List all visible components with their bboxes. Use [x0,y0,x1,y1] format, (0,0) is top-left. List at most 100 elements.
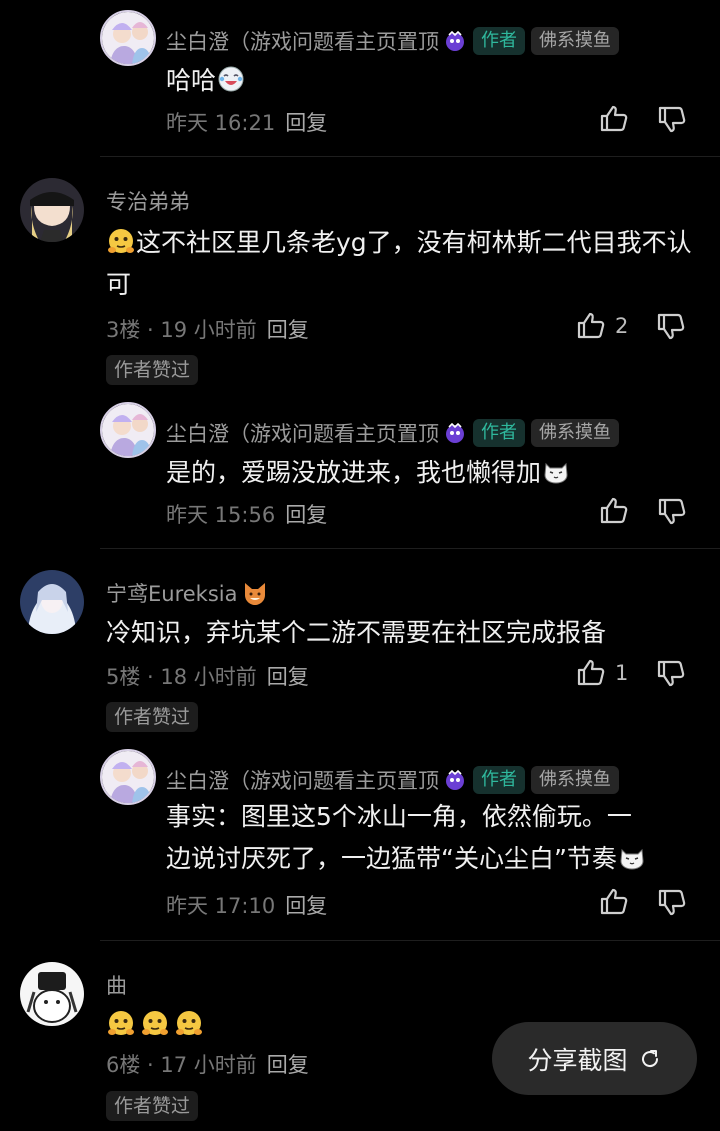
title-tag: 佛系摸鱼 [531,27,619,55]
avatar[interactable] [100,10,156,66]
share-arrow-icon [641,1049,658,1067]
author-approved-badge: 作者赞过 [106,702,199,732]
like-button[interactable]: 1 [575,657,628,689]
thumbs-down-icon [656,103,688,135]
dislike-button[interactable] [655,310,687,342]
comment-meta: 6楼 · 17 小时前 回复 [106,1049,309,1079]
laugh-cry-emoji-icon [216,64,246,94]
comment-body: 哈哈 [166,66,217,95]
like-button[interactable] [598,886,630,918]
comment-text: 哈哈 [166,60,696,102]
timestamp: 昨天 17:10 [166,894,276,918]
reply-button[interactable]: 回复 [267,318,309,342]
reply-comment-3: 尘白澄（游戏问题看主页置顶 作者 佛系摸鱼 事实：图里这5个冰山一角，依然偷玩。… [100,749,720,934]
cat-face-emoji-icon [617,842,647,872]
badge-icon [443,29,467,53]
author-approved-badge: 作者赞过 [106,1091,199,1121]
avatar[interactable] [20,962,84,1026]
badge-icon [443,421,467,445]
title-tag: 佛系摸鱼 [531,419,619,447]
username-row: 尘白澄（游戏问题看主页置顶 作者 佛系摸鱼 [166,418,619,448]
dislike-button[interactable] [656,103,688,135]
like-button[interactable] [598,103,630,135]
share-screenshot-button[interactable]: 分享截图 [492,1022,697,1095]
divider [100,548,720,549]
username[interactable]: 尘白澄（游戏问题看主页置顶 [166,26,439,56]
comment-body: 边说讨厌死了，一边猛带“关心尘白”节奏 [166,844,617,873]
thumbs-down-icon [656,495,688,527]
user-avatar-icon [20,570,84,634]
comment-meta: 昨天 17:10 回复 [166,890,327,920]
username[interactable]: 宁鸢Eureksia [106,578,237,608]
comment-meta: 5楼 · 18 小时前 回复 [106,661,309,691]
reply-button[interactable]: 回复 [285,503,327,527]
comment-body: 是的，爱踢没放进来，我也懒得加 [166,458,542,487]
timestamp: 昨天 15:56 [166,503,276,527]
comment-meta: 昨天 15:56 回复 [166,499,327,529]
comment-meta: 昨天 16:21 回复 [166,107,327,137]
yellow-face-emoji-icon [140,1008,170,1038]
author-approved-badge: 作者赞过 [106,355,199,385]
thumbs-up-icon [575,657,607,689]
dislike-button[interactable] [655,657,687,689]
username[interactable]: 专治弟弟 [106,186,190,216]
floor-time: 6楼 · 17 小时前 [106,1053,257,1077]
thumbs-up-icon [575,310,607,342]
comment-text: 是的，爱踢没放进来，我也懒得加 [166,452,696,494]
author-avatar-icon [102,12,156,66]
comment-5: 宁鸢Eureksia 冷知识，弃坑某个二游不需要在社区完成报备 5楼 · 18 … [20,570,720,735]
thumbs-down-icon [656,886,688,918]
username[interactable]: 曲 [106,970,127,1000]
avatar[interactable] [20,178,84,242]
username[interactable]: 尘白澄（游戏问题看主页置顶 [166,765,439,795]
user-avatar-icon [20,962,84,1026]
yellow-face-emoji-icon [174,1008,204,1038]
comment-line-1: 事实：图里这5个冰山一角，依然偷玩。一 [166,802,632,831]
floor-time: 5楼 · 18 小时前 [106,665,257,689]
like-count: 2 [615,314,629,338]
user-avatar-icon [20,178,84,242]
author-avatar-icon [102,751,156,805]
like-button[interactable] [598,495,630,527]
divider [100,940,720,941]
timestamp: 昨天 16:21 [166,111,276,135]
comment-text: 这不社区里几条老yg了，没有柯林斯二代目我不认可 [106,222,696,306]
comment-3: 专治弟弟 这不社区里几条老yg了，没有柯林斯二代目我不认可 3楼 · 19 小时… [20,178,720,388]
avatar[interactable] [20,570,84,634]
cat-face-emoji-icon [541,456,571,486]
reply-button[interactable]: 回复 [267,665,309,689]
reply-comment-2: 尘白澄（游戏问题看主页置顶 作者 佛系摸鱼 是的，爱踢没放进来，我也懒得加 昨天… [100,402,720,542]
yellow-face-emoji-icon [106,1008,136,1038]
comment-text: 冷知识，弃坑某个二游不需要在社区完成报备 [106,618,607,647]
avatar[interactable] [100,402,156,458]
reply-comment-1: 尘白澄（游戏问题看主页置顶 作者 佛系摸鱼 哈哈 昨天 16:21 回复 [100,10,720,150]
comment-text: 事实：图里这5个冰山一角，依然偷玩。一 边说讨厌死了，一边猛带“关心尘白”节奏 [166,796,706,880]
title-tag: 佛系摸鱼 [531,766,619,794]
reply-button[interactable]: 回复 [267,1053,309,1077]
badge-icon [443,768,467,792]
thumbs-down-icon [655,657,687,689]
dislike-button[interactable] [656,886,688,918]
reply-button[interactable]: 回复 [285,894,327,918]
thumbs-up-icon [598,103,630,135]
thumbs-up-icon [598,495,630,527]
comment-line-2: 边说讨厌死了，一边猛带“关心尘白”节奏 [166,838,706,880]
thumbs-up-icon [598,886,630,918]
username[interactable]: 尘白澄（游戏问题看主页置顶 [166,418,439,448]
comment-meta: 3楼 · 19 小时前 回复 [106,314,309,344]
thumbs-down-icon [655,310,687,342]
reply-button[interactable]: 回复 [285,111,327,135]
author-avatar-icon [102,404,156,458]
avatar[interactable] [100,749,156,805]
username-row: 尘白澄（游戏问题看主页置顶 作者 佛系摸鱼 [166,26,619,56]
username-row: 尘白澄（游戏问题看主页置顶 作者 佛系摸鱼 [166,765,619,795]
author-tag: 作者 [473,766,525,794]
divider [100,156,720,157]
dislike-button[interactable] [656,495,688,527]
username-row: 宁鸢Eureksia [106,578,269,608]
like-button[interactable]: 2 [575,310,628,342]
yellow-face-emoji-icon [106,226,136,256]
floor-time: 3楼 · 19 小时前 [106,318,257,342]
author-tag: 作者 [473,419,525,447]
share-label: 分享截图 [527,1045,628,1075]
